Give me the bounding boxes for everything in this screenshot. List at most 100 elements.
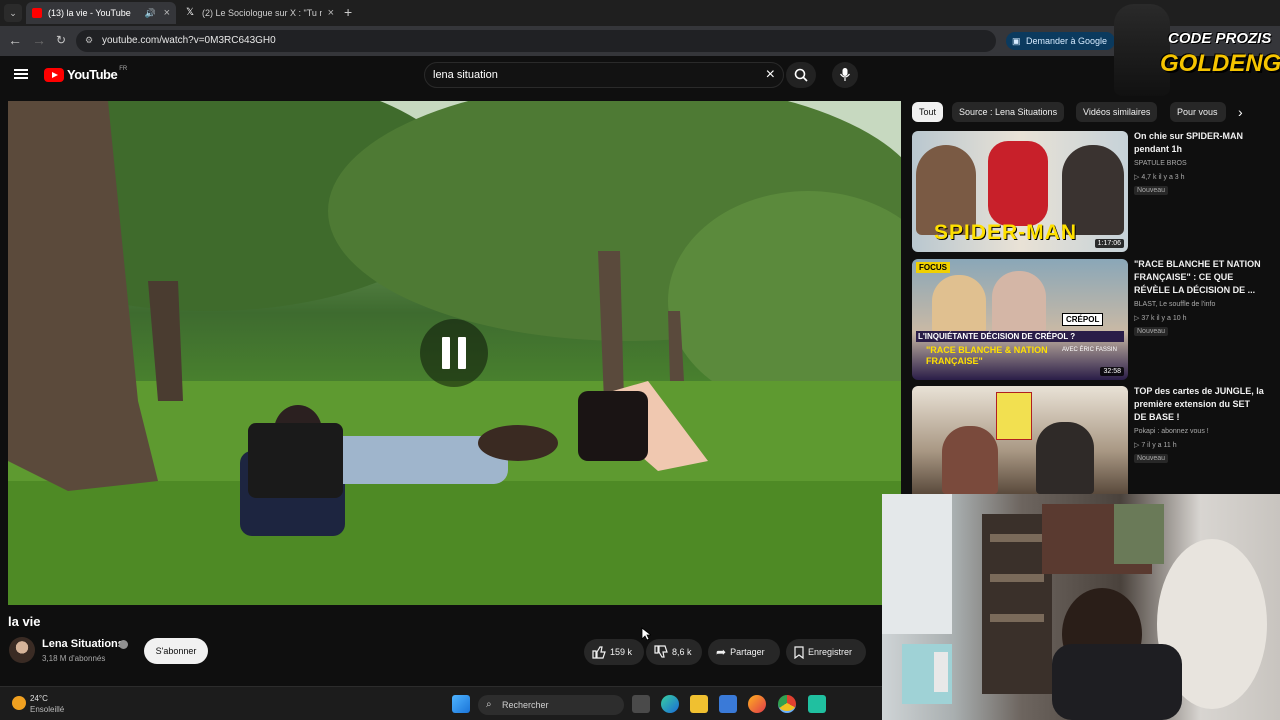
channel-avatar[interactable] bbox=[9, 637, 35, 663]
thumbnail-headline-1: L'INQUIÉTANTE DÉCISION DE CRÉPOL ? bbox=[916, 331, 1124, 342]
pause-button[interactable] bbox=[420, 319, 488, 387]
taskbar-search-icon: ⌕ bbox=[486, 699, 492, 710]
recommendation-title[interactable]: TOP des cartes de JUNGLE, la première ex… bbox=[1134, 385, 1264, 424]
webcam-scene bbox=[882, 494, 1267, 720]
channel-name[interactable]: Lena Situations bbox=[42, 638, 124, 650]
browser-tab-bar: ⌄ (13) la vie - YouTube 🔊 × 𝕏 (2) Le Soc… bbox=[0, 0, 1280, 26]
clear-search-icon[interactable]: × bbox=[766, 66, 775, 84]
youtube-header: YouTube FR lena situation × bbox=[0, 56, 1280, 100]
chips-next-arrow-icon[interactable]: › bbox=[1238, 104, 1243, 120]
video-duration: 1:17:06 bbox=[1094, 239, 1124, 248]
thumbnail-spiderman bbox=[988, 141, 1048, 226]
share-icon: ➦ bbox=[716, 645, 727, 659]
chip-for-you[interactable]: Pour vous bbox=[1170, 102, 1226, 122]
ask-google-button[interactable]: ▣ Demander à Google bbox=[1006, 32, 1116, 50]
save-button[interactable]: Enregistrer bbox=[786, 639, 866, 665]
app-icon[interactable] bbox=[808, 695, 826, 713]
save-label: Enregistrer bbox=[808, 647, 853, 657]
streamer-logo: CODE PROZIS GOLDENG bbox=[1110, 0, 1280, 100]
windows-taskbar: 24°C Ensoleillé ⌕ Rechercher bbox=[0, 686, 882, 720]
logo-text-line2: GOLDENG bbox=[1160, 50, 1280, 77]
search-input[interactable]: lena situation bbox=[433, 69, 498, 81]
tab-audio-icon: 🔊 bbox=[144, 7, 156, 18]
webcam-overlay bbox=[882, 494, 1280, 720]
new-badge: Nouveau bbox=[1134, 454, 1169, 463]
task-view-icon[interactable] bbox=[632, 695, 650, 713]
recommendation-thumbnail[interactable]: FOCUS CRÉPOL L'INQUIÉTANTE DÉCISION DE C… bbox=[912, 259, 1128, 380]
share-button[interactable]: ➦ Partager bbox=[708, 639, 780, 665]
subscribe-button[interactable]: S'abonner bbox=[144, 638, 208, 664]
logo-text-line1: CODE PROZIS bbox=[1168, 30, 1272, 47]
edge-icon[interactable] bbox=[661, 695, 679, 713]
thumbnail-headline-2: "RACE BLANCHE & NATION FRANÇAISE" bbox=[926, 345, 1048, 366]
tab-close-icon[interactable]: × bbox=[164, 7, 170, 19]
firefox-icon[interactable] bbox=[748, 695, 766, 713]
recommendation-meta: ▷ 4,7 k il y a 3 h bbox=[1134, 174, 1185, 181]
url-field[interactable]: ⚙ youtube.com/watch?v=0M3RC643GH0 bbox=[76, 30, 996, 52]
thumbs-down-icon bbox=[654, 645, 668, 658]
recommendation-channel[interactable]: Pokapi : abonnez vous ! bbox=[1134, 428, 1209, 435]
tab-x-label: (2) Le Sociologue sur X : "Tu n bbox=[202, 8, 322, 18]
recommendation-title[interactable]: "RACE BLANCHE ET NATION FRANÇAISE" : CE … bbox=[1134, 258, 1264, 297]
browser-address-bar: ← → ↻ ⚙ youtube.com/watch?v=0M3RC643GH0 … bbox=[0, 26, 1280, 56]
windows-start-icon[interactable] bbox=[452, 695, 470, 713]
ask-google-label: Demander à Google bbox=[1026, 36, 1108, 46]
focus-tag: FOCUS bbox=[916, 262, 950, 273]
subscriber-count: 3,18 M d'abonnés bbox=[42, 654, 106, 663]
bookmark-icon bbox=[794, 645, 804, 659]
google-lens-icon: ▣ bbox=[1012, 36, 1021, 46]
forward-arrow-icon[interactable]: → bbox=[32, 32, 46, 48]
new-badge: Nouveau bbox=[1134, 327, 1169, 336]
recommendation-channel[interactable]: BLAST, Le souffle de l'info bbox=[1134, 301, 1215, 308]
thumbnail-person-center bbox=[992, 271, 1046, 335]
like-count: 159 k bbox=[610, 647, 633, 657]
voice-search-button[interactable] bbox=[832, 62, 858, 88]
url-text: youtube.com/watch?v=0M3RC643GH0 bbox=[102, 35, 276, 46]
taskbar-search[interactable]: ⌕ Rechercher bbox=[478, 695, 624, 715]
thumbnail-poster bbox=[996, 392, 1032, 440]
youtube-play-logo-icon bbox=[44, 67, 64, 82]
reload-icon[interactable]: ↻ bbox=[56, 33, 66, 47]
search-box[interactable]: lena situation × bbox=[424, 62, 784, 88]
thumbnail-person-right bbox=[1036, 422, 1094, 494]
video-player[interactable] bbox=[8, 101, 901, 605]
search-icon bbox=[794, 68, 808, 82]
tab-list-button[interactable]: ⌄ bbox=[4, 4, 22, 22]
site-info-icon[interactable]: ⚙ bbox=[85, 35, 93, 46]
chip-source[interactable]: Source : Lena Situations bbox=[952, 102, 1065, 122]
back-arrow-icon[interactable]: ← bbox=[8, 32, 22, 48]
weather-sun-icon[interactable] bbox=[12, 696, 26, 710]
thumbnail-person-left bbox=[932, 275, 986, 335]
chrome-icon[interactable] bbox=[778, 695, 796, 713]
tab-x-twitter[interactable]: 𝕏 (2) Le Sociologue sur X : "Tu n × bbox=[180, 2, 340, 24]
thumbs-up-icon bbox=[592, 646, 606, 659]
dislike-button[interactable]: 8,6 k bbox=[646, 639, 702, 665]
recommendation-thumbnail[interactable]: SPIDER-MAN 1:17:06 bbox=[912, 131, 1128, 252]
tab-youtube[interactable]: (13) la vie - YouTube 🔊 × bbox=[26, 2, 176, 24]
region-code: FR bbox=[119, 65, 128, 72]
recommendation-title[interactable]: On chie sur SPIDER-MAN pendant 1h bbox=[1134, 130, 1264, 156]
hamburger-menu-icon[interactable] bbox=[14, 69, 28, 79]
like-button[interactable]: 159 k bbox=[584, 639, 644, 665]
chip-all[interactable]: Tout bbox=[912, 102, 944, 122]
search-button[interactable] bbox=[786, 62, 816, 88]
tab-youtube-label: (13) la vie - YouTube bbox=[48, 8, 131, 18]
thumbnail-caption: SPIDER-MAN bbox=[934, 221, 1078, 244]
file-explorer-icon[interactable] bbox=[690, 695, 708, 713]
recommendation-meta: ▷ 37 k il y a 10 h bbox=[1134, 315, 1187, 322]
weather-temp[interactable]: 24°C bbox=[30, 694, 48, 703]
recommendation-channel[interactable]: SPATULE BROS bbox=[1134, 160, 1187, 167]
youtube-logo[interactable]: YouTube FR bbox=[44, 65, 128, 82]
recommendation-meta: ▷ 7 il y a 11 h bbox=[1134, 442, 1177, 449]
video-duration: 32:58 bbox=[1100, 367, 1124, 376]
new-tab-button[interactable]: + bbox=[344, 4, 352, 20]
mouse-cursor-icon bbox=[641, 627, 651, 641]
recommendation-thumbnail[interactable] bbox=[912, 386, 1128, 494]
taskbar-search-label: Rechercher bbox=[502, 700, 549, 710]
store-icon[interactable] bbox=[719, 695, 737, 713]
new-badge: Nouveau bbox=[1134, 186, 1169, 195]
verified-badge-icon bbox=[119, 640, 128, 649]
tab-close-icon[interactable]: × bbox=[328, 7, 334, 19]
thumbnail-sign: CRÉPOL bbox=[1062, 313, 1104, 326]
chip-similar[interactable]: Vidéos similaires bbox=[1076, 102, 1158, 122]
